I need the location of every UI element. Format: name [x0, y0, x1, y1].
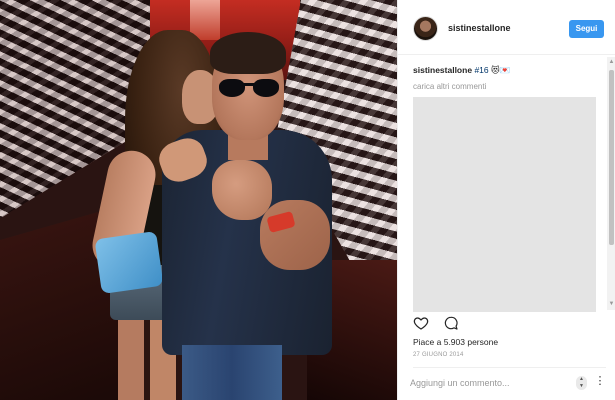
follow-button[interactable]: Segui	[569, 20, 604, 38]
post-caption: sistinestallone #16 😻💌	[413, 65, 510, 76]
photo-man-arm	[260, 200, 330, 270]
photo-sunglasses	[219, 79, 279, 99]
photo-man-hair	[210, 32, 286, 74]
scrollbar-thumb[interactable]	[609, 70, 614, 245]
post-date[interactable]: 27 GIUGNO 2014	[413, 352, 464, 358]
comments-scrollbar[interactable]: ▲ ▼	[607, 57, 615, 310]
photo-bag	[94, 230, 164, 295]
more-options-button[interactable]: ⋮	[594, 375, 606, 389]
likes-count[interactable]: Piace a 5.903 persone	[413, 337, 498, 347]
photo-jeans	[182, 345, 282, 400]
post-actions	[413, 315, 469, 331]
comment-stepper-icon[interactable]: ▲ ▼	[576, 376, 587, 390]
post-header: sistinestallone Segui	[398, 0, 615, 55]
comment-input[interactable]	[410, 375, 560, 391]
scroll-down-icon[interactable]: ▼	[608, 301, 615, 308]
post-photo[interactable]	[0, 0, 397, 400]
comments-area	[413, 97, 596, 312]
load-more-comments-link[interactable]: carica altri commenti	[413, 82, 486, 91]
comment-icon[interactable]	[443, 315, 459, 331]
avatar[interactable]	[413, 16, 438, 41]
scroll-up-icon[interactable]: ▲	[608, 59, 615, 66]
divider	[413, 367, 606, 368]
caption-emoji: 😻💌	[491, 65, 511, 75]
caption-username[interactable]: sistinestallone	[413, 65, 472, 75]
heart-icon[interactable]	[413, 315, 429, 331]
caption-hashtag[interactable]: #16	[474, 65, 488, 75]
post-side-panel: sistinestallone Segui sistinestallone #1…	[397, 0, 615, 400]
photo-man-hand	[212, 160, 272, 220]
header-username[interactable]: sistinestallone	[448, 23, 511, 33]
